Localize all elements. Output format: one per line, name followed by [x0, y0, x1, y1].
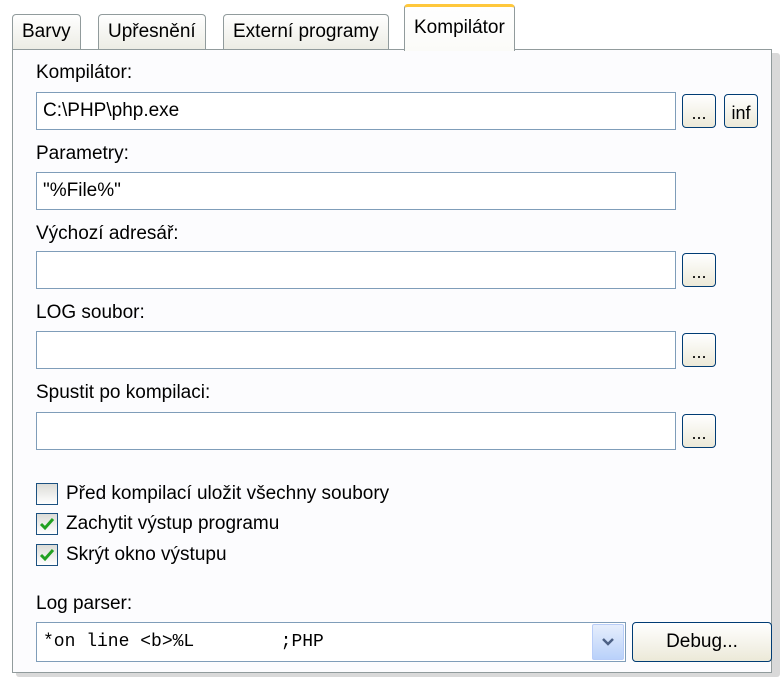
log-parser-value: *on line <b>%L ;PHP	[43, 632, 324, 652]
log-file-label: LOG soubor:	[36, 302, 145, 323]
panel-content: Kompilátor: C:\PHP\php.exe ... inf Param…	[0, 0, 783, 679]
compiler-label: Kompilátor:	[36, 62, 133, 83]
dropdown-arrow-button[interactable]	[592, 624, 624, 660]
log-file-browse-button[interactable]: ...	[682, 333, 716, 367]
save-before-compile-checkbox[interactable]	[36, 483, 58, 505]
parameters-input[interactable]: "%File%"	[36, 172, 676, 210]
capture-output-checkbox[interactable]	[36, 513, 58, 535]
run-after-label: Spustit po kompilaci:	[36, 382, 211, 403]
checkbox-label: Před kompilací uložit všechny soubory	[66, 483, 390, 504]
log-parser-label: Log parser:	[36, 593, 133, 614]
default-dir-input[interactable]	[36, 251, 676, 289]
compiler-browse-button[interactable]: ...	[682, 94, 716, 128]
default-dir-label: Výchozí adresář:	[36, 223, 179, 244]
run-after-input[interactable]	[36, 412, 676, 450]
checkbox-label: Skrýt okno výstupu	[66, 544, 227, 565]
run-after-browse-button[interactable]: ...	[682, 414, 716, 448]
checkmark-icon	[39, 518, 55, 531]
compiler-info-button[interactable]: inf	[724, 94, 758, 128]
default-dir-browse-button[interactable]: ...	[682, 253, 716, 287]
parameters-label: Parametry:	[36, 143, 129, 164]
log-parser-select[interactable]: *on line <b>%L ;PHP	[36, 622, 626, 662]
chevron-down-icon	[602, 638, 614, 646]
hide-output-window-checkbox-row[interactable]: Skrýt okno výstupu	[36, 543, 227, 567]
checkmark-icon	[39, 549, 55, 562]
compiler-path-input[interactable]: C:\PHP\php.exe	[36, 92, 676, 130]
checkbox-label: Zachytit výstup programu	[66, 513, 280, 534]
debug-button[interactable]: Debug...	[632, 622, 772, 662]
save-before-compile-checkbox-row[interactable]: Před kompilací uložit všechny soubory	[36, 482, 389, 506]
hide-output-window-checkbox[interactable]	[36, 544, 58, 566]
log-file-input[interactable]	[36, 331, 676, 369]
capture-output-checkbox-row[interactable]: Zachytit výstup programu	[36, 512, 279, 536]
